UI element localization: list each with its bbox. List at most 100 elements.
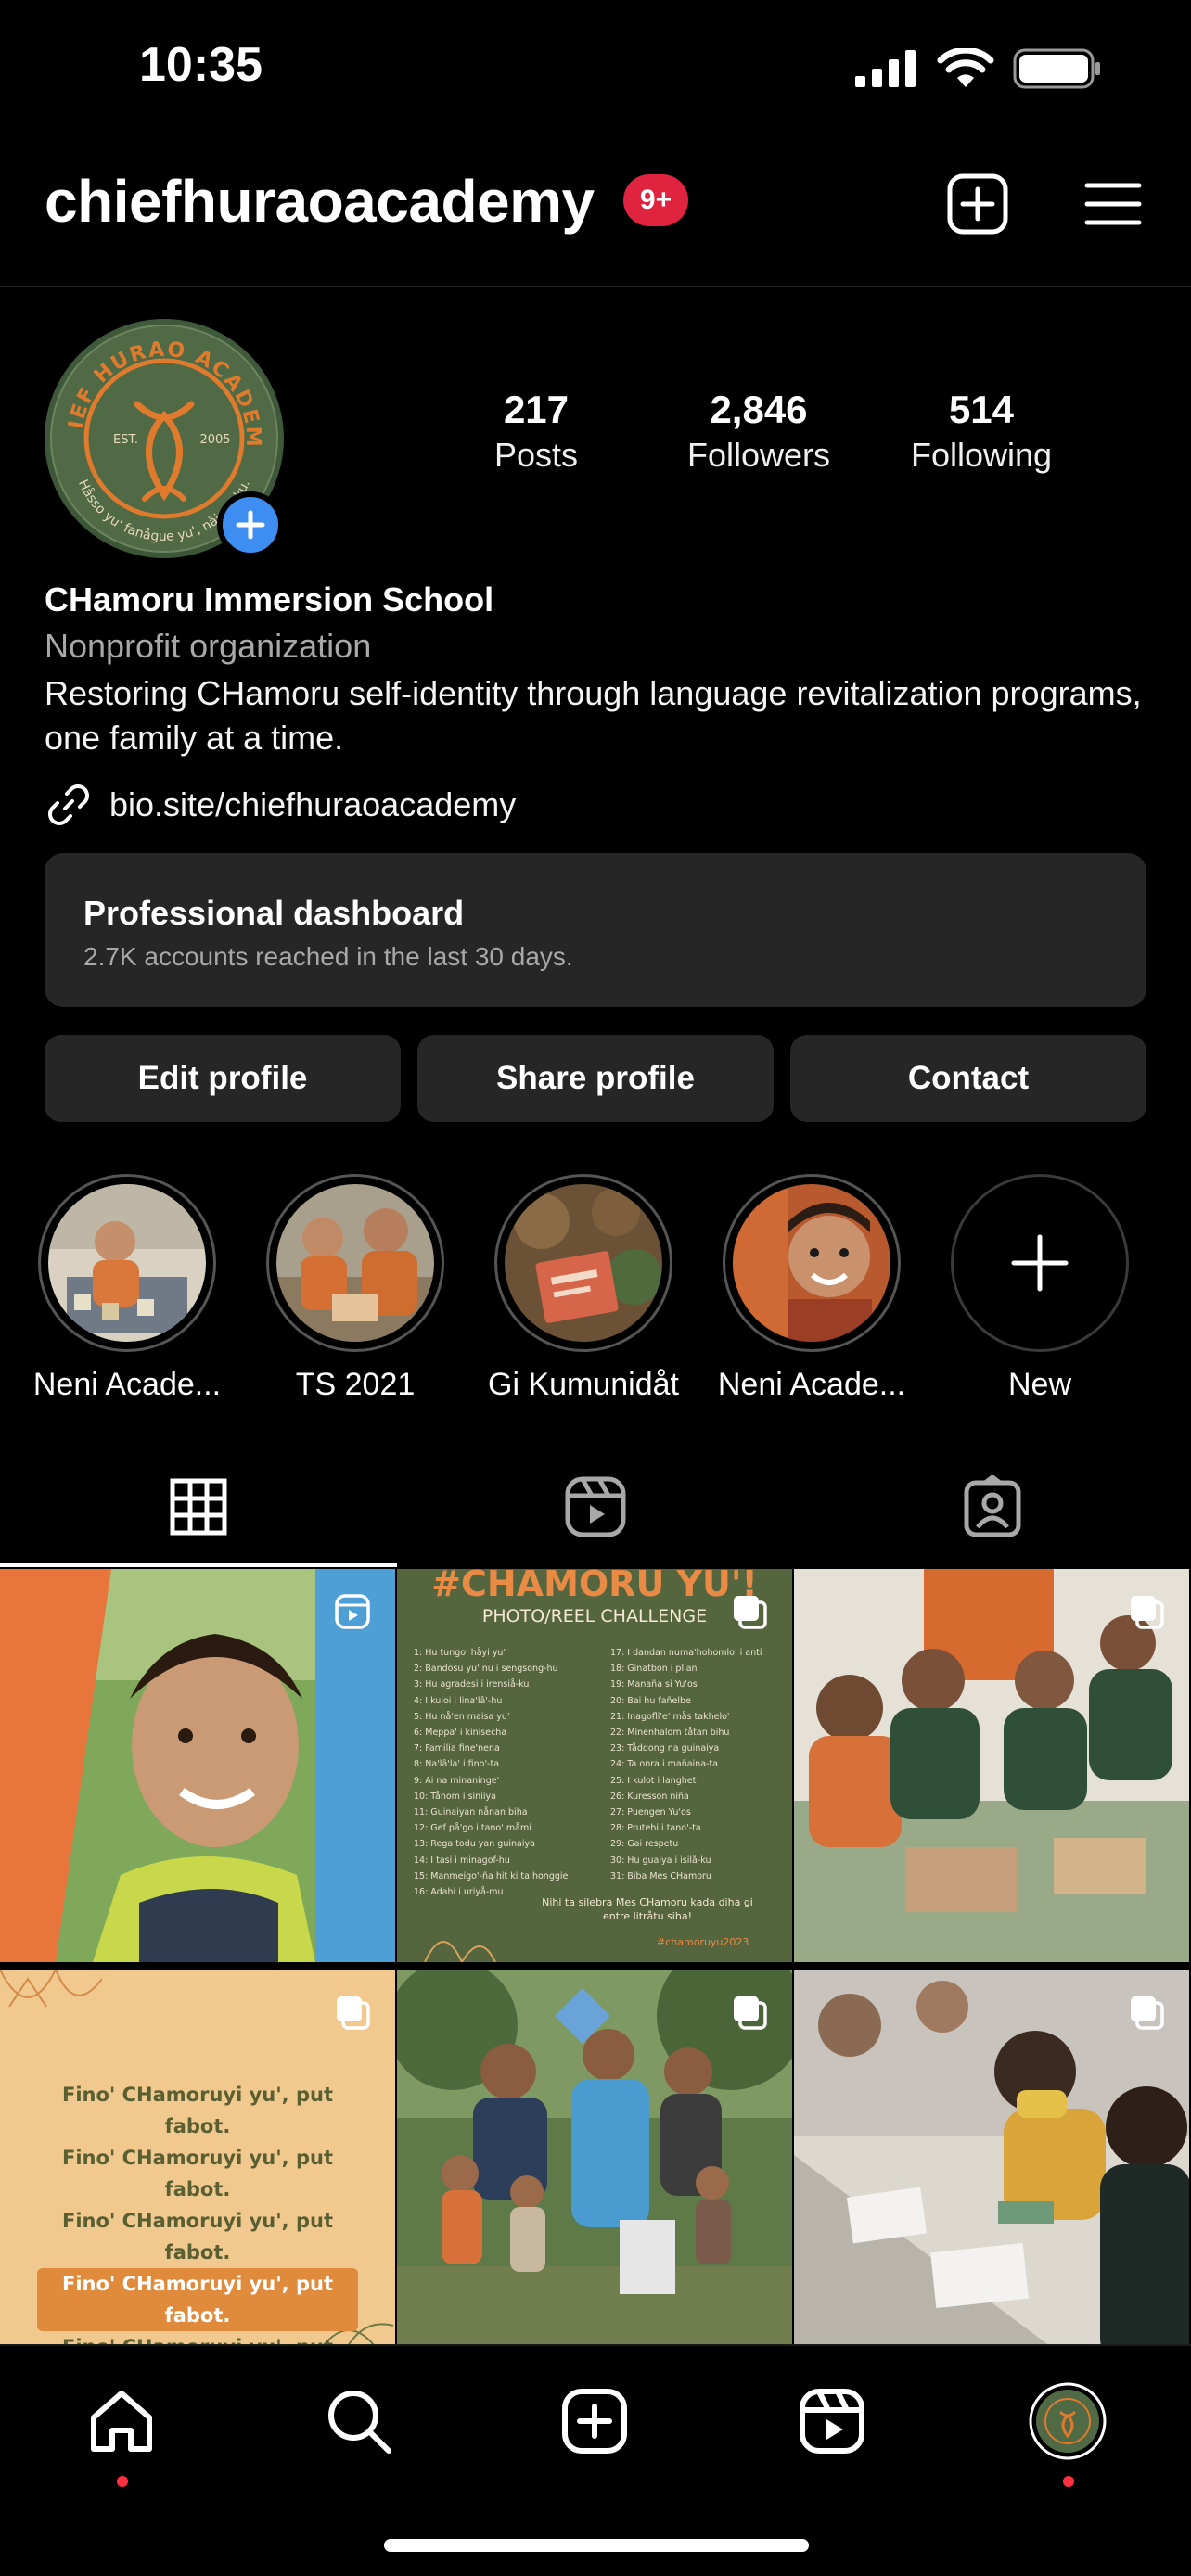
challenge-list-item: 28: Prutehi i tano'-ta — [610, 1823, 701, 1834]
tab-reels[interactable] — [397, 1447, 794, 1567]
logo-year: 2005 — [199, 433, 230, 447]
highlight-item[interactable]: Gi Kumunidåt — [477, 1174, 690, 1403]
new-highlight-label: New — [1007, 1367, 1072, 1402]
stat-posts-label: Posts — [493, 436, 579, 474]
stat-posts[interactable]: 217 Posts — [425, 388, 647, 475]
highlight-ring[interactable] — [494, 1174, 672, 1352]
post-thumbnail[interactable]: Fino' CHamoruyi yu', put fabot. Fino' CHa… — [0, 1970, 395, 2363]
story-highlights: Neni Acade... TS 2021 Gi Kumunidåt Neni … — [0, 1174, 1191, 1406]
highlight-ring[interactable] — [38, 1174, 216, 1352]
contact-button[interactable]: Contact — [790, 1035, 1146, 1122]
new-highlight-circle[interactable] — [951, 1174, 1129, 1352]
home-icon — [91, 2391, 152, 2452]
grid-divider — [792, 1569, 794, 2346]
profile-avatar-icon — [1029, 2382, 1107, 2460]
post-thumbnail[interactable] — [0, 1569, 395, 1962]
challenge-list-item: 21: Inagofli'e' mås takhelo' — [610, 1711, 730, 1722]
post-thumbnail[interactable] — [794, 1970, 1189, 2363]
edit-profile-button[interactable]: Edit profile — [45, 1035, 401, 1122]
reel-badge-icon — [335, 1594, 370, 1629]
profile-link[interactable]: bio.site/chiefhuraoacademy — [45, 781, 1148, 829]
post-thumbnail[interactable] — [397, 1970, 792, 2363]
search-icon — [328, 2391, 391, 2454]
grid-divider — [395, 1569, 397, 2346]
highlight-item[interactable]: TS 2021 — [249, 1174, 462, 1403]
plus-square-icon — [947, 173, 1008, 235]
wifi-icon — [937, 48, 994, 87]
profile-link-text[interactable]: bio.site/chiefhuraoacademy — [109, 785, 516, 824]
highlight-thumbnail — [505, 1184, 662, 1342]
challenge-list-left: 1: Hu tungo' håyi yu' 2: Bandosu yu' nu i… — [414, 1645, 599, 1900]
challenge-list-item: 29: Gai respetu — [610, 1839, 679, 1850]
tab-posts-grid[interactable] — [0, 1447, 397, 1567]
plus-icon — [236, 510, 265, 540]
new-highlight-button[interactable]: New — [933, 1174, 1146, 1403]
battery-icon — [1013, 48, 1100, 89]
status-icons — [853, 48, 1102, 89]
highlight-item[interactable]: Neni Acade... — [705, 1174, 918, 1403]
account-username[interactable]: chiefhuraoacademy — [45, 167, 595, 236]
menu-button[interactable] — [1078, 169, 1148, 239]
challenge-list-item: 22: Minenhalom tåtan bihu — [610, 1728, 730, 1739]
create-button[interactable] — [942, 169, 1013, 239]
create-icon — [562, 2389, 627, 2454]
stat-followers-value: 2,846 — [710, 388, 808, 431]
challenge-list-item: 3: Hu agradesi i irensiå-ku — [414, 1679, 530, 1690]
challenge-list-item: 4: I kuloi i lina'lâ'-hu — [414, 1695, 503, 1706]
profile-display-name: CHamoru Immersion School — [45, 580, 494, 618]
plus-icon — [1011, 1234, 1069, 1292]
challenge-list-item: 17: I dandan numa'hohomlo' i anti — [610, 1648, 762, 1658]
profile-bio-text: Restoring CHamoru self-identity through … — [45, 674, 1142, 757]
profile-avatar-container[interactable]: CHIEF HURAO ACADEMY Håsso yu' fanågue yu… — [45, 319, 284, 558]
challenge-list-item: 20: Bai hu fañelbe — [610, 1695, 691, 1706]
highlight-label: TS 2021 — [295, 1367, 416, 1402]
nav-search[interactable] — [317, 2379, 401, 2463]
profile-actions: Edit profile Share profile Contact — [45, 1035, 1146, 1122]
highlight-thumbnail — [733, 1184, 890, 1342]
highlight-label: Gi Kumunidåt — [488, 1367, 679, 1402]
challenge-list-item: 18: Ginatbon i plian — [610, 1664, 698, 1675]
notification-badge[interactable]: 9+ — [623, 174, 688, 226]
leaf-decoration — [424, 1941, 496, 1962]
stat-following-value: 514 — [948, 388, 1015, 431]
nav-create[interactable] — [553, 2379, 636, 2463]
fino-chamoru-line: Fino' CHamoruyi yu', put fabot. — [61, 2084, 333, 2137]
stat-following[interactable]: 514 Following — [870, 388, 1093, 475]
stat-posts-value: 217 — [503, 388, 570, 431]
nav-home[interactable] — [80, 2379, 163, 2463]
challenge-list-item: 5: Hu nå'en maisa yu' — [414, 1711, 510, 1722]
highlight-label: Neni Acade... — [32, 1367, 222, 1402]
highlight-item[interactable]: Neni Acade... — [20, 1174, 234, 1403]
challenge-list-item: 25: I kulot i langhet — [610, 1775, 697, 1786]
share-profile-button[interactable]: Share profile — [417, 1035, 774, 1122]
grid-divider — [0, 1962, 1191, 1970]
challenge-list-item: 30: Hu guaiya i isilå-ku — [610, 1855, 711, 1866]
home-indicator — [384, 2539, 809, 2552]
highlight-ring[interactable] — [723, 1174, 901, 1352]
challenge-list-item: 8: Na'lâ'la' i fino'-ta — [414, 1759, 500, 1770]
challenge-list-item: 15: Manmeigo'-ña hit ki ta honggie — [414, 1870, 569, 1881]
carousel-icon — [337, 1996, 370, 2030]
carousel-icon — [734, 1596, 767, 1629]
profile-header: chiefhuraoacademy 9+ — [0, 148, 1191, 287]
professional-dashboard[interactable]: Professional dashboard 2.7K accounts rea… — [45, 853, 1146, 1007]
highlight-ring[interactable] — [266, 1174, 444, 1352]
challenge-list-item: 27: Puengen Yu'os — [610, 1807, 691, 1818]
challenge-list-item: 24: Ta onra i mañaina-ta — [610, 1759, 718, 1770]
tagged-icon — [964, 1475, 1021, 1537]
nav-reels[interactable] — [790, 2379, 874, 2463]
stat-followers[interactable]: 2,846 Followers — [647, 388, 870, 475]
highlight-thumbnail — [276, 1184, 434, 1342]
fino-chamoru-lines: Fino' CHamoruyi yu', put fabot. Fino' CHa… — [37, 2079, 358, 2363]
dashboard-subtitle: 2.7K accounts reached in the last 30 day… — [83, 942, 573, 971]
challenge-list-item: 31: Biba Mes CHamoru — [610, 1870, 711, 1881]
posts-grid: #CHAMORU YU'! PHOTO/REEL CHALLENGE 1: Hu… — [0, 1569, 1191, 2363]
add-story-button[interactable] — [217, 491, 284, 558]
nav-profile[interactable] — [1026, 2379, 1109, 2463]
post-thumbnail[interactable] — [794, 1569, 1189, 1962]
challenge-footer: Nihi ta silebra Mes CHamoru kada diha gi… — [542, 1896, 753, 1922]
challenge-list-item: 26: Kuresson niña — [610, 1791, 689, 1802]
profile-category: Nonprofit organization — [45, 627, 372, 665]
tab-tagged[interactable] — [794, 1447, 1191, 1567]
post-thumbnail[interactable]: #CHAMORU YU'! PHOTO/REEL CHALLENGE 1: Hu… — [397, 1569, 792, 1962]
